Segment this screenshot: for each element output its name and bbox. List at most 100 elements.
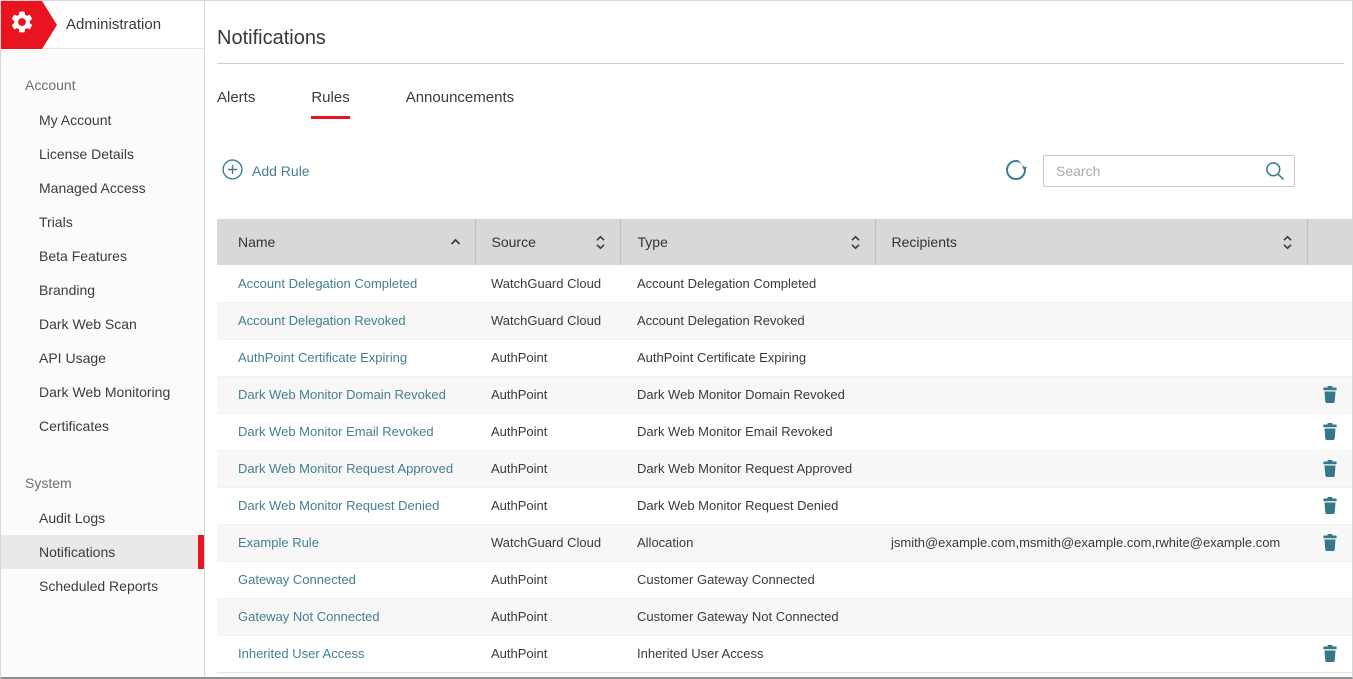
column-label: Recipients — [892, 234, 957, 250]
sidebar-item-api-usage[interactable]: API Usage — [1, 341, 204, 375]
rule-name-link[interactable]: Gateway Not Connected — [238, 609, 380, 624]
cell-source: AuthPoint — [475, 561, 620, 598]
delete-rule-button[interactable] — [1317, 531, 1343, 554]
table-row: Inherited User AccessAuthPointInherited … — [217, 635, 1352, 672]
cell-source: AuthPoint — [475, 413, 620, 450]
column-header-recipients[interactable]: Recipients — [875, 219, 1307, 265]
tab-rules[interactable]: Rules — [311, 89, 349, 119]
sidebar-item-certificates[interactable]: Certificates — [1, 409, 204, 443]
rule-name-link[interactable]: Account Delegation Completed — [238, 276, 417, 291]
delete-rule-button[interactable] — [1317, 420, 1343, 443]
cell-type: Account Delegation Revoked — [620, 302, 875, 339]
column-header-source[interactable]: Source — [475, 219, 620, 265]
delete-rule-button[interactable] — [1317, 457, 1343, 480]
cell-type: Dark Web Monitor Request Approved — [620, 450, 875, 487]
tab-alerts[interactable]: Alerts — [217, 89, 255, 119]
cell-type: Dark Web Monitor Email Revoked — [620, 413, 875, 450]
rule-name-link[interactable]: Dark Web Monitor Request Denied — [238, 498, 439, 513]
tab-announcements[interactable]: Announcements — [406, 89, 514, 119]
table-row: Example RuleWatchGuard CloudAllocationjs… — [217, 524, 1352, 561]
cell-recipients — [875, 598, 1307, 635]
sidebar-item-scheduled-reports[interactable]: Scheduled Reports — [1, 569, 204, 603]
cell-name: Dark Web Monitor Email Revoked — [217, 413, 475, 450]
admin-window: Administration AccountMy AccountLicense … — [0, 0, 1353, 679]
cell-actions — [1307, 376, 1352, 413]
watchguard-logo — [1, 1, 42, 49]
page-header: Notifications — [217, 27, 1344, 64]
sidebar-item-notifications[interactable]: Notifications — [1, 535, 204, 569]
cell-actions — [1307, 339, 1352, 376]
cell-name: AuthPoint Certificate Expiring — [217, 339, 475, 376]
sort-icon — [850, 235, 861, 250]
cell-source: AuthPoint — [475, 450, 620, 487]
sidebar-item-my-account[interactable]: My Account — [1, 103, 204, 137]
cell-type: Dark Web Monitor Request Denied — [620, 487, 875, 524]
sidebar-item-dark-web-monitoring[interactable]: Dark Web Monitoring — [1, 375, 204, 409]
rule-name-link[interactable]: Gateway Connected — [238, 572, 356, 587]
trash-icon — [1323, 497, 1337, 514]
search-icon[interactable] — [1264, 160, 1286, 182]
cell-source: AuthPoint — [475, 598, 620, 635]
search-input[interactable] — [1043, 155, 1295, 187]
sidebar-item-beta-features[interactable]: Beta Features — [1, 239, 204, 273]
sidebar-item-managed-access[interactable]: Managed Access — [1, 171, 204, 205]
cell-source: WatchGuard Cloud — [475, 265, 620, 302]
search-box — [1043, 155, 1295, 187]
rule-name-link[interactable]: Inherited User Access — [238, 646, 364, 661]
cell-recipients — [875, 265, 1307, 302]
sidebar-item-audit-logs[interactable]: Audit Logs — [1, 501, 204, 535]
sidebar-section-label: Account — [1, 69, 204, 103]
sidebar-item-dark-web-scan[interactable]: Dark Web Scan — [1, 307, 204, 341]
column-header-type[interactable]: Type — [620, 219, 875, 265]
cell-recipients — [875, 561, 1307, 598]
cell-actions — [1307, 598, 1352, 635]
delete-rule-button[interactable] — [1317, 642, 1343, 665]
cell-name: Dark Web Monitor Domain Revoked — [217, 376, 475, 413]
sidebar-item-trials[interactable]: Trials — [1, 205, 204, 239]
column-header-name[interactable]: Name — [217, 219, 475, 265]
delete-rule-button[interactable] — [1317, 383, 1343, 406]
table-row: Account Delegation CompletedWatchGuard C… — [217, 265, 1352, 302]
cell-source: AuthPoint — [475, 487, 620, 524]
column-label: Name — [238, 234, 275, 250]
sort-icon — [1282, 235, 1293, 250]
cell-actions — [1307, 265, 1352, 302]
sidebar-item-branding[interactable]: Branding — [1, 273, 204, 307]
page-title: Notifications — [217, 27, 1344, 50]
toolbar: Add Rule — [217, 155, 1352, 187]
table-row: Dark Web Monitor Request DeniedAuthPoint… — [217, 487, 1352, 524]
tab-bar: Alerts Rules Announcements — [217, 89, 1352, 119]
cell-name: Gateway Connected — [217, 561, 475, 598]
sidebar-nav: AccountMy AccountLicense DetailsManaged … — [1, 49, 204, 603]
cell-type: Account Delegation Completed — [620, 265, 875, 302]
cell-source: AuthPoint — [475, 339, 620, 376]
rule-name-link[interactable]: Dark Web Monitor Domain Revoked — [238, 387, 446, 402]
rule-name-link[interactable]: AuthPoint Certificate Expiring — [238, 350, 407, 365]
refresh-button[interactable] — [1004, 158, 1028, 185]
table-row: AuthPoint Certificate ExpiringAuthPointA… — [217, 339, 1352, 376]
delete-rule-button[interactable] — [1317, 494, 1343, 517]
table-row: Gateway Not ConnectedAuthPointCustomer G… — [217, 598, 1352, 635]
cell-source: AuthPoint — [475, 635, 620, 672]
logo-bar: Administration — [1, 1, 204, 49]
table-header-row: Name Source Type Recipients — [217, 219, 1352, 265]
table-row: Gateway ConnectedAuthPointCustomer Gatew… — [217, 561, 1352, 598]
column-label: Type — [638, 234, 668, 250]
add-rule-label: Add Rule — [252, 163, 310, 179]
trash-icon — [1323, 460, 1337, 477]
rule-name-link[interactable]: Example Rule — [238, 535, 319, 550]
cell-name: Dark Web Monitor Request Approved — [217, 450, 475, 487]
rule-name-link[interactable]: Dark Web Monitor Request Approved — [238, 461, 453, 476]
rules-table-wrap: Name Source Type Recipients Account Delegat… — [217, 219, 1352, 673]
cell-name: Example Rule — [217, 524, 475, 561]
cell-type: Allocation — [620, 524, 875, 561]
cell-recipients — [875, 339, 1307, 376]
plus-circle-icon — [222, 159, 243, 183]
sidebar-item-license-details[interactable]: License Details — [1, 137, 204, 171]
trash-icon — [1323, 423, 1337, 440]
cell-type: Dark Web Monitor Domain Revoked — [620, 376, 875, 413]
rule-name-link[interactable]: Account Delegation Revoked — [238, 313, 406, 328]
main-content: Notifications Alerts Rules Announcements A… — [205, 1, 1352, 677]
rule-name-link[interactable]: Dark Web Monitor Email Revoked — [238, 424, 434, 439]
add-rule-button[interactable]: Add Rule — [222, 159, 310, 183]
